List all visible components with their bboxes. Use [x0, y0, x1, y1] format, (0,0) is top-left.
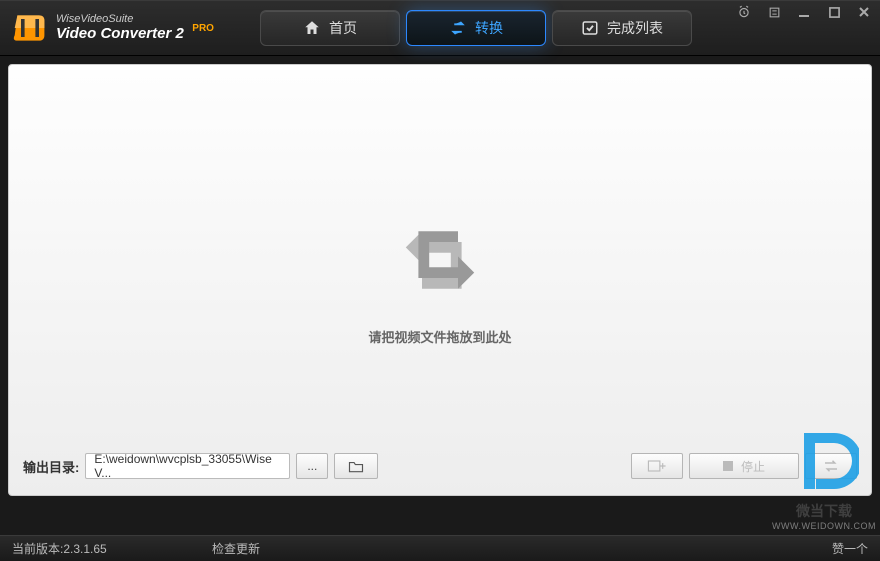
nav-tabs: 首页 转换 完成列表	[260, 10, 692, 46]
output-label: 输出目录:	[23, 457, 79, 476]
statusbar: 当前版本:2.3.1.65 检查更新 赞一个	[0, 535, 880, 561]
tab-home[interactable]: 首页	[260, 10, 400, 46]
like-link[interactable]: 赞一个	[832, 540, 868, 557]
home-icon	[303, 19, 321, 37]
app-logo: WiseVideoSuite Video Converter 2 PRO	[12, 10, 260, 46]
convert-icon	[449, 19, 467, 37]
output-bar: 输出目录: E:\weidown\wvcplsb_33055\Wise V...…	[23, 451, 857, 481]
output-path-field[interactable]: E:\weidown\wvcplsb_33055\Wise V...	[85, 453, 290, 479]
app-suite-name: WiseVideoSuite	[56, 13, 214, 25]
watermark-text: 微当下载	[796, 501, 852, 521]
tab-completed[interactable]: 完成列表	[552, 10, 692, 46]
checklist-icon	[581, 19, 599, 37]
convert-button[interactable]	[805, 453, 857, 479]
stop-icon	[723, 461, 733, 471]
close-button[interactable]	[856, 4, 872, 20]
app-logo-icon	[12, 10, 48, 46]
drop-zone[interactable]: 请把视频文件拖放到此处 输出目录: E:\weidown\wvcplsb_330…	[8, 64, 872, 496]
alarm-icon[interactable]	[736, 4, 752, 20]
open-folder-button[interactable]	[334, 453, 378, 479]
start-convert-icon	[822, 459, 840, 473]
browse-button[interactable]: ...	[296, 453, 328, 479]
window-controls	[736, 4, 872, 20]
watermark-url: WWW.WEIDOWN.COM	[772, 521, 876, 531]
tab-convert-label: 转换	[475, 18, 503, 38]
app-name: Video Converter 2	[56, 25, 184, 42]
stop-button-label: 停止	[741, 458, 765, 475]
tab-home-label: 首页	[329, 18, 357, 38]
add-file-icon	[647, 458, 667, 474]
retweet-icon	[395, 215, 485, 305]
titlebar: WiseVideoSuite Video Converter 2 PRO 首页 …	[0, 0, 880, 56]
maximize-button[interactable]	[826, 4, 842, 20]
add-file-button[interactable]	[631, 453, 683, 479]
minimize-button[interactable]	[796, 4, 812, 20]
check-update-link[interactable]: 检查更新	[212, 540, 260, 557]
drop-hint-text: 请把视频文件拖放到此处	[368, 327, 511, 346]
version-label: 当前版本:2.3.1.65	[12, 540, 212, 557]
settings-icon[interactable]	[766, 4, 782, 20]
stop-button[interactable]: 停止	[689, 453, 799, 479]
pro-badge: PRO	[192, 23, 214, 34]
tab-completed-label: 完成列表	[607, 18, 663, 38]
tab-convert[interactable]: 转换	[406, 10, 546, 46]
folder-icon	[348, 460, 364, 473]
